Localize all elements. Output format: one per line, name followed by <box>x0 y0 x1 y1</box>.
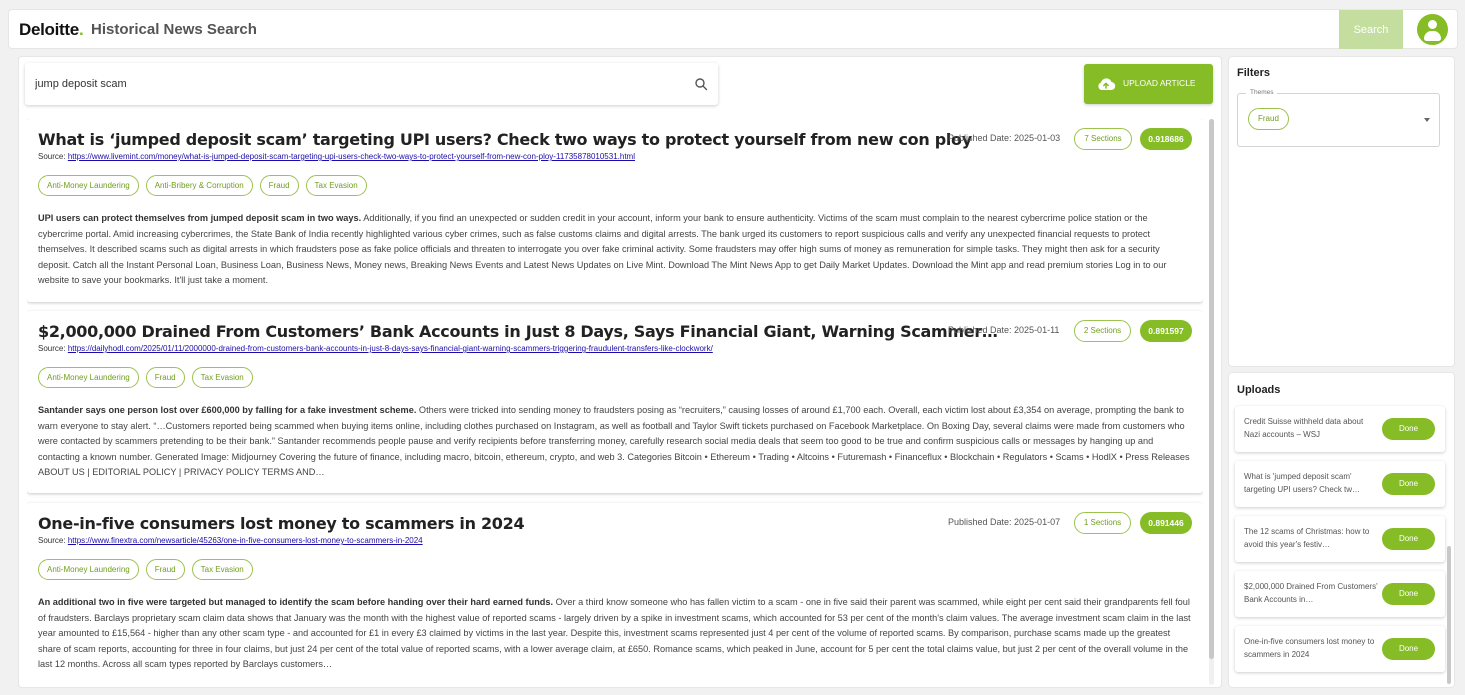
themes-label: Themes <box>1246 89 1278 96</box>
upload-item[interactable]: What is 'jumped deposit scam' targeting … <box>1235 461 1445 507</box>
search-button[interactable]: Search <box>1339 10 1403 49</box>
tag-chip: Fraud <box>145 367 185 388</box>
published-date: Published Date: 2025-01-07 <box>948 517 1061 527</box>
result-title[interactable]: What is ‘jumped deposit scam’ targeting … <box>38 130 972 149</box>
score-badge: 0.891597 <box>1140 320 1192 342</box>
done-button[interactable]: Done <box>1382 473 1435 495</box>
tag-list: Anti-Money Laundering Fraud Tax Evasion <box>38 559 260 580</box>
upload-article-label: UPLOAD ARTICLE <box>1123 78 1196 88</box>
uploads-panel: Uploads Credit Suisse withheld data abou… <box>1228 372 1455 688</box>
published-date: Published Date: 2025-01-03 <box>948 133 1061 143</box>
sections-badge[interactable]: 1 Sections <box>1074 512 1131 534</box>
themes-select[interactable]: Themes Fraud <box>1237 89 1440 147</box>
upload-item[interactable]: Credit Suisse withheld data about Nazi a… <box>1235 406 1445 452</box>
result-source-link[interactable]: https://www.finextra.com/newsarticle/452… <box>68 536 423 545</box>
top-bar: Deloitte. Historical News Search Search <box>8 9 1458 49</box>
results-list: What is ‘jumped deposit scam’ targeting … <box>27 119 1203 685</box>
result-summary: An additional two in five were targeted … <box>38 597 1191 669</box>
result-summary: Santander says one person lost over £600… <box>38 405 1190 477</box>
search-icon[interactable] <box>694 77 708 91</box>
tag-list: Anti-Money Laundering Fraud Tax Evasion <box>38 367 260 388</box>
tag-chip: Tax Evasion <box>191 367 253 388</box>
result-summary: UPI users can protect themselves from ju… <box>38 213 1167 285</box>
sections-badge[interactable]: 7 Sections <box>1074 128 1132 150</box>
upload-item[interactable]: $2,000,000 Drained From Customers' Bank … <box>1235 571 1445 617</box>
result-card[interactable]: What is ‘jumped deposit scam’ targeting … <box>27 119 1203 302</box>
score-badge: 0.891446 <box>1140 512 1192 534</box>
user-avatar-icon[interactable] <box>1417 14 1448 45</box>
published-date: Published Date: 2025-01-11 <box>948 325 1060 335</box>
result-source: Source: https://www.finextra.com/newsart… <box>38 536 423 545</box>
done-button[interactable]: Done <box>1382 528 1435 550</box>
upload-item-title: One-in-five consumers lost money to scam… <box>1244 637 1375 659</box>
results-panel: UPLOAD ARTICLE What is ‘jumped deposit s… <box>18 56 1222 688</box>
done-button[interactable]: Done <box>1382 638 1435 660</box>
uploads-scrollbar[interactable] <box>1447 406 1451 684</box>
upload-item-title: What is 'jumped deposit scam' targeting … <box>1244 472 1361 494</box>
sections-badge[interactable]: 2 Sections <box>1074 320 1131 342</box>
score-badge: 0.918686 <box>1140 128 1192 150</box>
tag-chip: Fraud <box>259 175 299 196</box>
done-button[interactable]: Done <box>1382 583 1435 605</box>
deloitte-logo: Deloitte. <box>19 20 84 39</box>
result-card[interactable]: One-in-five consumers lost money to scam… <box>27 503 1203 685</box>
upload-item-title: $2,000,000 Drained From Customers' Bank … <box>1244 582 1378 604</box>
result-source-link[interactable]: https://www.livemint.com/money/what-is-j… <box>68 152 635 161</box>
search-input[interactable] <box>35 75 675 93</box>
upload-item[interactable]: One-in-five consumers lost money to scam… <box>1235 626 1445 672</box>
tag-chip: Fraud <box>145 559 185 580</box>
result-card[interactable]: $2,000,000 Drained From Customers’ Bank … <box>27 311 1203 493</box>
upload-item[interactable]: The 12 scams of Christmas: how to avoid … <box>1235 516 1445 562</box>
result-source-link[interactable]: https://dailyhodl.com/2025/01/11/2000000… <box>68 344 713 353</box>
uploads-scrollbar-thumb[interactable] <box>1447 546 1451 684</box>
tag-chip: Anti-Money Laundering <box>38 175 139 196</box>
cloud-upload-icon <box>1098 78 1116 91</box>
result-title[interactable]: $2,000,000 Drained From Customers’ Bank … <box>38 322 998 341</box>
results-scrollbar-thumb[interactable] <box>1209 119 1214 659</box>
app-title: Historical News Search <box>91 21 257 38</box>
theme-chip-fraud[interactable]: Fraud <box>1248 108 1289 130</box>
search-box <box>25 63 718 105</box>
result-source: Source: https://dailyhodl.com/2025/01/11… <box>38 344 713 353</box>
filters-panel: Filters Themes Fraud <box>1228 56 1455 367</box>
tag-list: Anti-Money Laundering Anti-Bribery & Corr… <box>38 175 374 196</box>
upload-item-title: The 12 scams of Christmas: how to avoid … <box>1244 527 1370 549</box>
results-scrollbar[interactable] <box>1209 119 1214 685</box>
tag-chip: Anti-Money Laundering <box>38 367 139 388</box>
upload-article-button[interactable]: UPLOAD ARTICLE <box>1084 64 1213 104</box>
tag-chip: Anti-Bribery & Corruption <box>145 175 253 196</box>
result-title[interactable]: One-in-five consumers lost money to scam… <box>38 514 525 533</box>
upload-item-title: Credit Suisse withheld data about Nazi a… <box>1244 417 1364 439</box>
tag-chip: Anti-Money Laundering <box>38 559 139 580</box>
done-button[interactable]: Done <box>1382 418 1435 440</box>
filters-title: Filters <box>1237 67 1271 79</box>
uploads-title: Uploads <box>1237 384 1281 396</box>
result-source: Source: https://www.livemint.com/money/w… <box>38 152 635 161</box>
chevron-down-icon[interactable] <box>1424 118 1430 122</box>
tag-chip: Tax Evasion <box>305 175 367 196</box>
tag-chip: Tax Evasion <box>191 559 253 580</box>
